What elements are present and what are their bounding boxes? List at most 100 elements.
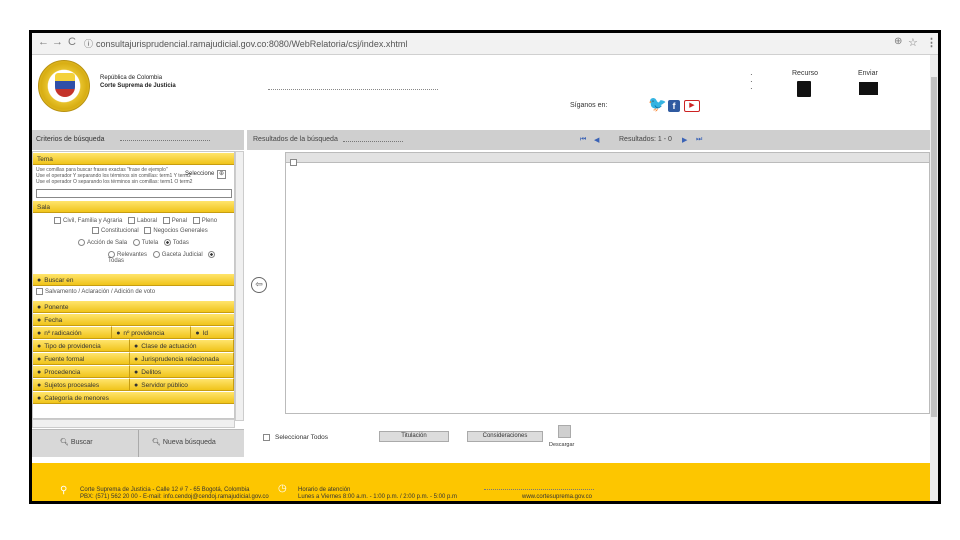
radio-label: Todas: [108, 258, 125, 265]
delitos-bar[interactable]: ● Delitos: [130, 365, 234, 378]
criteria-list[interactable]: Tema Use comillas para buscar frases exa…: [32, 151, 235, 419]
address-bar[interactable]: ⓘ consultajurisprudencial.ramajudicial.g…: [82, 36, 902, 52]
clase-actuacion-bar[interactable]: ● Clase de actuación: [130, 339, 234, 352]
sala-bar[interactable]: Sala: [33, 200, 234, 213]
tema-input[interactable]: [36, 189, 232, 198]
checkbox[interactable]: [128, 217, 136, 224]
browser-toolbar: ← → C ⓘ consultajurisprudencial.ramajudi…: [32, 33, 938, 55]
bullet-icon: ●: [37, 369, 42, 376]
grid-row: ● Fuente formal ● Jurisprudencia relaciona…: [33, 352, 234, 365]
bullet-icon: ●: [134, 356, 139, 363]
website-link[interactable]: www.cortesuprema.gov.co: [522, 494, 592, 500]
follow-label: Síganos en:: [570, 102, 608, 109]
bullet-icon: ●: [134, 382, 139, 389]
bullet-icon: ●: [37, 277, 42, 284]
prev-page-icon[interactable]: ◀: [594, 136, 599, 144]
consideraciones-button[interactable]: Consideraciones: [467, 431, 543, 442]
sujetos-bar[interactable]: ● Sujetos procesales: [33, 378, 131, 391]
sala-option: Pleno: [201, 218, 218, 225]
procedencia-bar[interactable]: ● Procedencia: [33, 365, 131, 378]
radio[interactable]: [152, 251, 160, 259]
search-icon: 🔍︎: [60, 439, 69, 446]
checkbox[interactable]: [92, 227, 99, 235]
bullet-icon: ●: [195, 330, 200, 337]
divider: [268, 89, 438, 90]
document-icon[interactable]: [797, 81, 811, 97]
ponente-bar[interactable]: ● Ponente: [33, 300, 234, 313]
id-bar[interactable]: ● Id: [191, 326, 234, 339]
checkbox[interactable]: [144, 227, 152, 235]
checkbox[interactable]: [162, 217, 170, 224]
checkbox[interactable]: [36, 288, 43, 295]
select-all-checkbox[interactable]: [263, 434, 270, 441]
bullet-icon: ●: [37, 395, 42, 402]
header-checkbox[interactable]: [290, 158, 297, 166]
search-button[interactable]: 🔍︎ Buscar: [60, 438, 93, 446]
radio[interactable]: [132, 239, 140, 247]
twitter-icon[interactable]: 🐦: [648, 95, 667, 113]
buscar-en-bar[interactable]: ● Buscar en: [33, 273, 234, 286]
page-scrollbar[interactable]: [930, 55, 938, 501]
radio[interactable]: [78, 239, 85, 247]
facebook-icon[interactable]: f: [668, 100, 680, 112]
last-page-icon[interactable]: ⏭: [696, 136, 702, 144]
download-label: Descargar: [549, 442, 575, 448]
radio-label: Todas: [172, 240, 189, 247]
fecha-bar[interactable]: ● Fecha: [33, 313, 234, 326]
entity-line1: República de Colombia: [100, 75, 163, 81]
tipo-providencia-bar[interactable]: ● Tipo de providencia: [33, 339, 131, 352]
select-all-label[interactable]: Seleccionar Todos: [275, 434, 328, 441]
site-footer: ⚲ Corte Suprema de Justicia - Calle 12 #…: [32, 463, 930, 501]
bookmark-star-icon[interactable]: ☆: [908, 36, 918, 49]
select-label[interactable]: Seleccione: [185, 171, 214, 177]
providencia-bar[interactable]: ● nº providencia: [112, 326, 192, 339]
tema-bar[interactable]: Tema: [33, 152, 234, 165]
scrollbar-thumb[interactable]: [931, 77, 937, 417]
bullet-icon: ●: [37, 356, 42, 363]
sala-option: Constitucional: [101, 228, 139, 235]
send-label: Enviar: [858, 70, 878, 77]
radio-selected[interactable]: [208, 251, 216, 259]
radio-selected[interactable]: [163, 239, 171, 247]
new-search-label: Nueva búsqueda: [162, 439, 216, 446]
site-header: República de Colombia Corte Suprema de J…: [32, 55, 930, 131]
radicacion-bar[interactable]: ● nº radicación: [33, 326, 113, 339]
results-actions: Seleccionar Todos Titulación Consideraci…: [247, 420, 930, 455]
info-icon[interactable]: ⓘ: [84, 36, 93, 52]
categoria-bar[interactable]: ● Categoría de menores: [33, 391, 234, 404]
vertical-scrollbar[interactable]: [235, 151, 244, 421]
divider: [484, 489, 594, 490]
envelope-icon[interactable]: [859, 82, 878, 95]
reload-icon[interactable]: C: [68, 36, 76, 48]
select-dropdown-icon[interactable]: ⊕: [217, 170, 226, 179]
back-circle-icon[interactable]: ⇦: [251, 277, 267, 293]
criteria-header: Criterios de búsqueda: [32, 130, 244, 150]
radio[interactable]: [108, 251, 115, 259]
grid-row-1: ● nº radicación ● nº providencia ● Id: [33, 326, 234, 339]
jurisprudencia-bar[interactable]: ● Jurisprudencia relacionada: [130, 352, 234, 365]
grid-label: Jurisprudencia relacionada: [141, 356, 219, 363]
checkbox[interactable]: [192, 217, 200, 224]
download-icon[interactable]: [558, 425, 571, 438]
radio-label: Tutela: [141, 240, 159, 247]
fuente-formal-bar[interactable]: ● Fuente formal: [33, 352, 131, 365]
horizontal-scrollbar[interactable]: [32, 419, 235, 428]
menu-icon[interactable]: ⋮: [926, 36, 937, 49]
bullet-icon: ●: [116, 330, 121, 337]
titulacion-button[interactable]: Titulación: [379, 431, 449, 442]
back-arrow-icon[interactable]: ←: [38, 36, 49, 48]
grid-row: ● Tipo de providencia ● Clase de actuación: [33, 339, 234, 352]
grid-label: Delitos: [141, 369, 162, 376]
next-page-icon[interactable]: ▶: [682, 136, 687, 144]
zoom-icon[interactable]: ⊕: [894, 36, 902, 47]
grid-label: nº providencia: [123, 330, 165, 337]
new-search-button[interactable]: 🔍︎ Nueva búsqueda: [152, 438, 216, 446]
checkbox[interactable]: [54, 217, 61, 224]
first-page-icon[interactable]: ⏮: [580, 136, 586, 144]
servidor-bar[interactable]: ● Servidor público: [130, 378, 234, 391]
crest-icon: [55, 73, 75, 97]
forward-arrow-icon[interactable]: →: [52, 36, 63, 48]
sala-label: Sala: [37, 204, 51, 211]
youtube-icon[interactable]: ▶: [684, 100, 700, 112]
results-toolbar: Resultados de la búsqueda ⏮ ◀ Resultados…: [247, 130, 930, 150]
